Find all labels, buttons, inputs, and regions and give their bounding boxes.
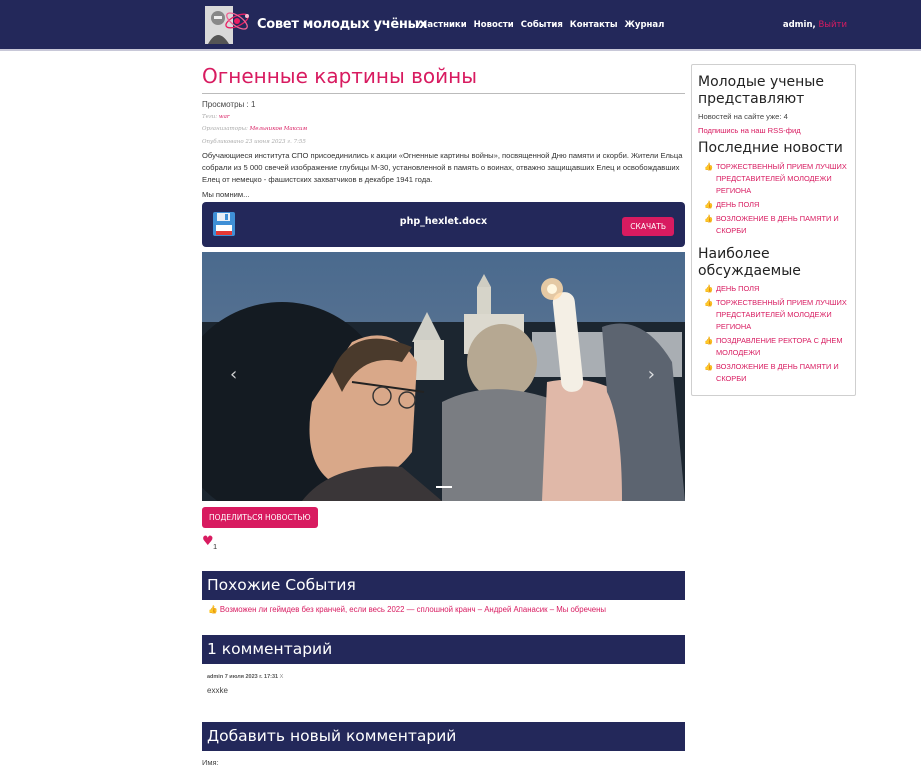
popular-link[interactable]: ВОЗЛОЖЕНИЕ В ДЕНЬ ПАМЯТИ И СКОРБИ (716, 362, 839, 383)
user-area: admin, Выйти (783, 20, 847, 30)
page-title: Огненные картины войны (202, 64, 478, 88)
add-comment-heading: Добавить новый комментарий (202, 722, 685, 751)
main-nav: Участники Новости События Контакты Журна… (415, 20, 664, 30)
rss-link[interactable]: Подпишись на наш RSS-фид (698, 126, 801, 135)
download-button[interactable]: СКАЧАТЬ (622, 217, 674, 236)
logout-link[interactable]: Выйти (818, 20, 847, 30)
popular-list: 👍 ДЕНЬ ПОЛЯ 👍 ТОРЖЕСТВЕННЫЙ ПРИЕМ ЛУЧШИХ П… (704, 283, 854, 387)
attachment-bar: php_hexlet.docx СКАЧАТЬ (202, 202, 685, 247)
top-navbar: Совет молодых учёных Участники Новости С… (0, 0, 921, 51)
thumbs-up-icon: 👍 (704, 200, 714, 209)
thumbs-up-icon: 👍 (704, 284, 714, 293)
comment-delete-link[interactable]: X (280, 674, 284, 680)
news-count: Новостей на сайте уже: 4 (698, 112, 788, 121)
comments-heading: 1 комментарий (202, 635, 685, 664)
comment-author-date: admin 7 июля 2023 г. 17:31 (207, 674, 279, 680)
thumbs-up-icon: 👍 (704, 162, 714, 171)
photo-carousel[interactable]: ‹ › (202, 252, 685, 501)
sidebar-heading: Молодые ученые представляют (698, 74, 824, 107)
carousel-indicator[interactable] (436, 486, 452, 488)
latest-news-link[interactable]: ВОЗЛОЖЕНИЕ В ДЕНЬ ПАМЯТИ И СКОРБИ (716, 214, 839, 235)
carousel-prev-icon[interactable]: ‹ (230, 364, 237, 385)
site-logo[interactable] (203, 4, 251, 46)
thumbs-up-icon: 👍 (208, 605, 218, 614)
nav-item-events[interactable]: События (521, 20, 563, 30)
organizers-label: Организаторы: (202, 126, 248, 132)
user-separator: , (812, 20, 816, 30)
name-field-label: Имя: (202, 758, 219, 767)
latest-news-link[interactable]: ТОРЖЕСТВЕННЫЙ ПРИЕМ ЛУЧШИХ ПРЕДСТАВИТЕЛЕ… (716, 162, 847, 195)
popular-item[interactable]: 👍 ВОЗЛОЖЕНИЕ В ДЕНЬ ПАМЯТИ И СКОРБИ (704, 361, 854, 385)
sidebar: Молодые ученые представляют Новостей на … (691, 64, 856, 396)
popular-link[interactable]: ТОРЖЕСТВЕННЫЙ ПРИЕМ ЛУЧШИХ ПРЕДСТАВИТЕЛЕ… (716, 298, 847, 331)
organizers-line: Организаторы: Мельников Максим (202, 126, 307, 132)
thumbs-up-icon: 👍 (704, 298, 714, 307)
popular-item[interactable]: 👍 ТОРЖЕСТВЕННЫЙ ПРИЕМ ЛУЧШИХ ПРЕДСТАВИТЕЛ… (704, 297, 854, 333)
latest-news-item[interactable]: 👍 ТОРЖЕСТВЕННЫЙ ПРИЕМ ЛУЧШИХ ПРЕДСТАВИТЕЛ… (704, 161, 854, 197)
latest-news-item[interactable]: 👍 ДЕНЬ ПОЛЯ (704, 199, 854, 211)
similar-events-heading: Похожие События (202, 571, 685, 600)
latest-news-list: 👍 ТОРЖЕСТВЕННЫЙ ПРИЕМ ЛУЧШИХ ПРЕДСТАВИТЕЛ… (704, 161, 854, 239)
latest-news-heading: Последние новости (698, 140, 843, 156)
title-divider (202, 93, 685, 94)
article-more: Мы помним... (202, 190, 250, 199)
similar-event-item[interactable]: 👍 Возможен ли геймдев без кранчей, если … (208, 605, 606, 614)
nav-item-journal[interactable]: Журнал (625, 20, 665, 30)
nav-item-members[interactable]: Участники (415, 20, 467, 30)
tags-line: Теги: war (202, 114, 229, 120)
organizer-link[interactable]: Мельников Максим (250, 126, 307, 132)
view-count: Просмотры : 1 (202, 100, 256, 109)
popular-link[interactable]: ПОЗДРАВЛЕНИЕ РЕКТОРА С ДНЕМ МОЛОДЕЖИ (716, 336, 842, 357)
attachment-file-name: php_hexlet.docx (399, 216, 488, 227)
published-date: Опубликовано 23 июня 2023 г. 7:55 (202, 139, 306, 145)
nav-item-contacts[interactable]: Контакты (570, 20, 618, 30)
carousel-next-icon[interactable]: › (648, 364, 655, 385)
share-news-button[interactable]: ПОДЕЛИТЬСЯ НОВОСТЬЮ (202, 507, 318, 528)
site-brand[interactable]: Совет молодых учёных (257, 17, 427, 32)
comment-meta: admin 7 июля 2023 г. 17:31 X (207, 674, 283, 680)
article-body: Обучающиеся института СПО присоединились… (202, 151, 683, 184)
like-count: 1 (213, 542, 218, 551)
popular-link[interactable]: ДЕНЬ ПОЛЯ (716, 284, 759, 293)
thumbs-up-icon: 👍 (704, 362, 714, 371)
popular-item[interactable]: 👍 ПОЗДРАВЛЕНИЕ РЕКТОРА С ДНЕМ МОЛОДЕЖИ (704, 335, 854, 359)
popular-item[interactable]: 👍 ДЕНЬ ПОЛЯ (704, 283, 854, 295)
similar-event-link[interactable]: Возможен ли геймдев без кранчей, если ве… (220, 605, 606, 614)
latest-news-item[interactable]: 👍 ВОЗЛОЖЕНИЕ В ДЕНЬ ПАМЯТИ И СКОРБИ (704, 213, 854, 237)
tag-link[interactable]: war (219, 114, 230, 120)
thumbs-up-icon: 👍 (704, 214, 714, 223)
popular-heading: Наиболее обсуждаемые (698, 246, 801, 279)
heart-icon[interactable]: ♥ (202, 534, 214, 549)
user-name[interactable]: admin (783, 20, 813, 30)
latest-news-link[interactable]: ДЕНЬ ПОЛЯ (716, 200, 759, 209)
nav-item-news[interactable]: Новости (474, 20, 514, 30)
comment-text: exxke (207, 686, 228, 695)
tags-label: Теги: (202, 114, 218, 120)
thumbs-up-icon: 👍 (704, 336, 714, 345)
carousel-photo (202, 252, 685, 501)
